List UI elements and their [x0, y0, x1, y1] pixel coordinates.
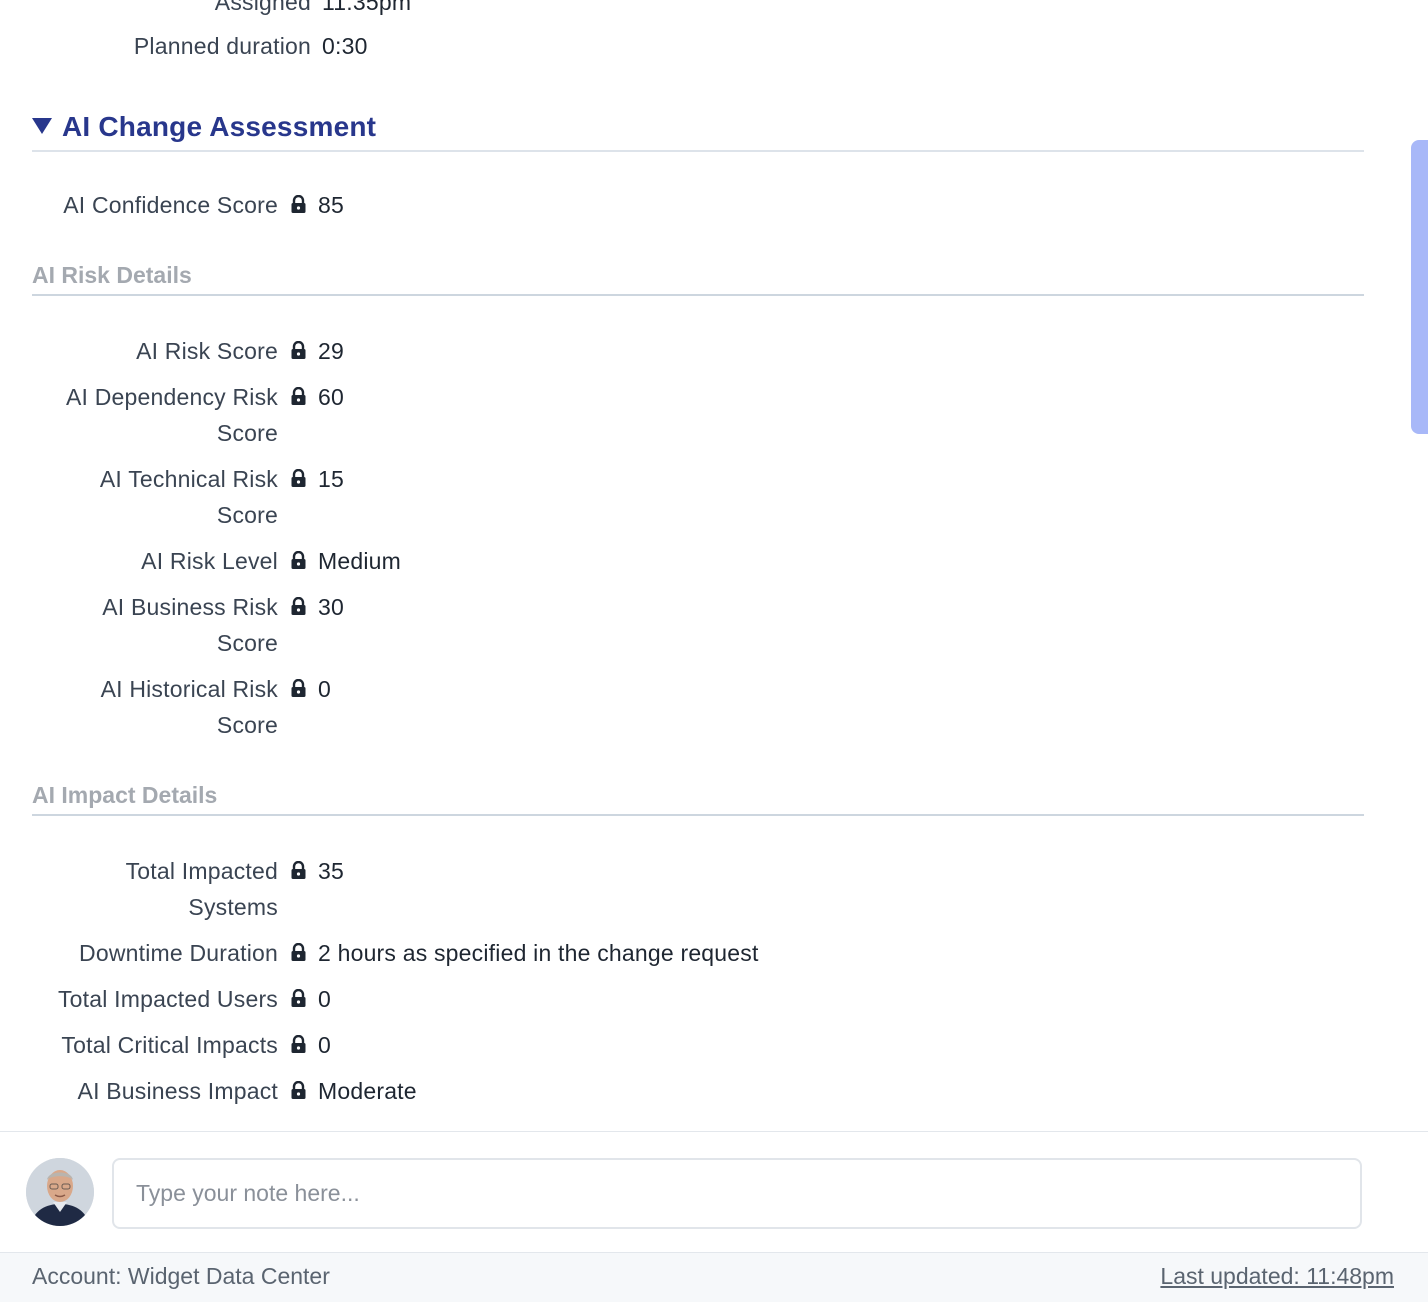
- field-label: Total Impacted Users: [0, 981, 278, 1017]
- field-value: 0: [318, 676, 331, 702]
- lock-icon: [278, 333, 318, 360]
- field-label-line: Total Impacted: [125, 858, 278, 884]
- field-value: 30: [318, 594, 344, 620]
- field-ai-risk-level: AI Risk Level Medium: [0, 543, 401, 579]
- field-label: AI Confidence Score: [63, 192, 278, 218]
- field-planned-duration: Planned duration 0:30: [0, 28, 368, 64]
- field-label: AI Technical Risk Score: [0, 461, 278, 533]
- section-title[interactable]: AI Change Assessment: [62, 111, 376, 143]
- lock-icon: [278, 981, 318, 1008]
- field-label-line: Systems: [188, 894, 278, 920]
- triangle-down-icon[interactable]: [32, 118, 52, 134]
- field-ai-historical-risk-score: AI Historical Risk Score 0: [0, 671, 331, 743]
- field-label-line: AI Business Risk: [102, 594, 278, 620]
- field-label-line: Score: [216, 420, 278, 446]
- field-value: Moderate: [318, 1078, 417, 1104]
- account-label: Account: Widget Data Center: [32, 1263, 330, 1289]
- subheader-ai-impact-details: AI Impact Details: [32, 782, 1364, 816]
- field-label-line: AI Historical Risk: [100, 676, 278, 702]
- field-label-text: Total Impacted Users: [57, 986, 278, 1012]
- lock-icon: [278, 461, 318, 488]
- field-label: AI Business Risk Score: [0, 589, 278, 661]
- field-value: 29: [318, 338, 344, 364]
- last-updated-link[interactable]: Last updated: 11:48pm: [1160, 1263, 1394, 1290]
- field-label-text: AI Risk Score: [136, 338, 278, 364]
- field-ai-technical-risk-score: AI Technical Risk Score 15: [0, 461, 344, 533]
- field-ai-business-impact: AI Business Impact Moderate: [0, 1073, 417, 1109]
- field-label: Planned duration: [133, 33, 311, 59]
- field-value: 35: [318, 858, 344, 884]
- field-value: 2 hours as specified in the change reque…: [318, 940, 759, 966]
- field-value: 0: [318, 986, 331, 1012]
- field-label-text: AI Risk Level: [141, 548, 278, 574]
- note-composer: [0, 1131, 1428, 1252]
- field-value: 0:30: [322, 33, 368, 59]
- field-label-text: Downtime Duration: [79, 940, 278, 966]
- field-label-line: AI Dependency Risk: [66, 384, 278, 410]
- section-header-ai-change-assessment[interactable]: AI Change Assessment: [32, 104, 1364, 152]
- field-label: Total Impacted Systems: [0, 853, 278, 925]
- field-value: 15: [318, 466, 344, 492]
- field-total-impacted-users: Total Impacted Users 0: [0, 981, 331, 1017]
- lock-icon: [278, 1027, 318, 1054]
- field-label: AI Dependency Risk Score: [0, 379, 278, 451]
- field-label: Total Critical Impacts: [0, 1027, 278, 1063]
- field-ai-confidence-score: AI Confidence Score 85: [0, 187, 344, 223]
- field-ai-business-risk-score: AI Business Risk Score 30: [0, 589, 344, 661]
- field-label-line: Score: [216, 502, 278, 528]
- field-value: Medium: [318, 548, 402, 574]
- field-label: Assigned: [214, 0, 311, 15]
- subheader-ai-risk-details: AI Risk Details: [32, 262, 1364, 296]
- status-bar: Account: Widget Data Center Last updated…: [0, 1252, 1428, 1302]
- note-input[interactable]: [112, 1158, 1362, 1229]
- field-value: 11:35pm: [322, 0, 412, 15]
- field-downtime-duration: Downtime Duration 2 hours as specified i…: [0, 935, 759, 971]
- lock-icon: [278, 1073, 318, 1100]
- lock-icon: [278, 935, 318, 962]
- field-label-line: Score: [216, 712, 278, 738]
- lock-icon: [278, 671, 318, 698]
- field-label-line: AI Technical Risk: [99, 466, 278, 492]
- lock-icon: [278, 187, 318, 214]
- lock-icon: [278, 379, 318, 406]
- field-label-text: Total Critical Impacts: [61, 1032, 278, 1058]
- field-value: 0: [318, 1032, 331, 1058]
- lock-icon: [278, 543, 318, 570]
- lock-icon: [278, 589, 318, 616]
- detail-panel: Assigned 11:35pm Planned duration 0:30 A…: [0, 0, 1400, 1131]
- field-value: 85: [318, 192, 344, 218]
- lock-icon: [278, 853, 318, 880]
- field-value: 60: [318, 384, 344, 410]
- avatar: [26, 1158, 94, 1226]
- field-label: AI Risk Score: [0, 333, 278, 369]
- field-ai-dependency-risk-score: AI Dependency Risk Score 60: [0, 379, 344, 451]
- field-label: AI Business Impact: [0, 1073, 278, 1109]
- field-label: Downtime Duration: [0, 935, 278, 971]
- field-total-impacted-systems: Total Impacted Systems 35: [0, 853, 344, 925]
- field-label: AI Risk Level: [0, 543, 278, 579]
- field-total-critical-impacts: Total Critical Impacts 0: [0, 1027, 331, 1063]
- field-ai-risk-score: AI Risk Score 29: [0, 333, 344, 369]
- field-label-line: Score: [216, 630, 278, 656]
- field-label-text: AI Business Impact: [77, 1078, 278, 1104]
- field-label: AI Historical Risk Score: [0, 671, 278, 743]
- field-assigned: Assigned 11:35pm: [0, 0, 411, 20]
- scrollbar-thumb[interactable]: [1411, 140, 1428, 434]
